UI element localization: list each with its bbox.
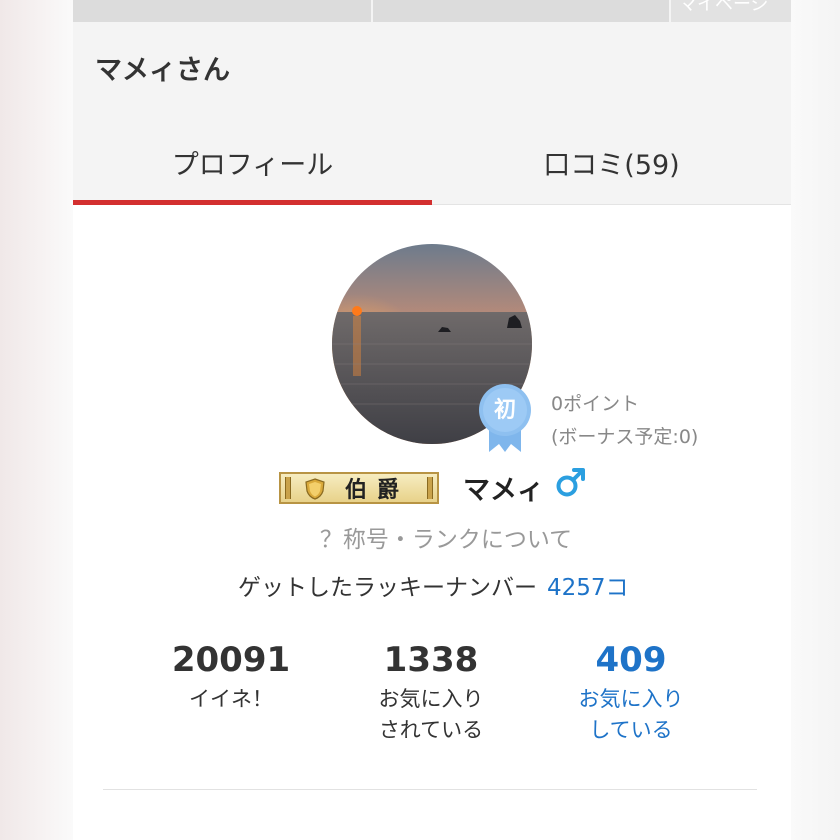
stat-favoriting-link[interactable]: 409 お気に入り している [531,638,731,746]
page-title: マメィさん [95,55,230,86]
stat-likes-label: イイネ！ [131,684,331,715]
stat-favorited: 1338 お気に入り されている [331,638,531,746]
top-nav-label: マイページ [679,0,769,15]
tab-profile-label: プロフィール [171,150,334,181]
stat-likes-label-line: イイネ！ [189,687,273,711]
stat-favorited-label-line1: お気に入り [378,687,484,711]
tab-reviews[interactable]: 口コミ(59) [432,120,791,205]
stat-favoriting-label-line1: お気に入り [578,687,684,711]
tab-bar: プロフィール 口コミ(59) [73,120,791,205]
rank-info-link[interactable]: ？称号・ランクについて [73,520,791,554]
tab-profile[interactable]: プロフィール [73,120,432,205]
divider [103,789,757,790]
badge-label: 初 [493,398,516,423]
stat-favorited-value: 1338 [383,640,479,680]
rank-title-plate: 伯爵 [279,472,439,504]
profile-page: マイページ マメィさん プロフィール 口コミ(59) 初 0ポイント (ボーナス… [73,0,791,840]
male-icon [556,468,585,497]
rank-title: 伯爵 [344,477,409,503]
stat-favoriting-label: お気に入り している [531,684,731,746]
stat-likes-value: 20091 [171,640,291,680]
stat-favoriting-label-line2: している [589,718,673,742]
stat-favoriting-value: 409 [595,640,667,680]
points-value: 0ポイント [551,393,640,415]
lucky-number-label: ゲットしたラッキーナンバー [238,575,537,601]
rank-badge-icon: 初 [477,382,533,454]
nickname: マメィ [463,475,544,506]
bonus-points: (ボーナス予定:0) [551,426,699,448]
lucky-number-row: ゲットしたラッキーナンバー 4257コ [238,568,629,602]
stat-favorited-label: お気に入り されている [331,684,531,746]
profile-header: マメィさん プロフィール 口コミ(59) [73,22,791,205]
stat-favorited-label-line2: されている [378,718,484,742]
top-nav: マイページ [73,0,791,22]
stat-likes: 20091 イイネ！ [131,638,331,715]
lucky-number-link[interactable]: 4257コ [547,575,629,601]
shield-icon [305,478,325,500]
points-info: 0ポイント (ボーナス予定:0) [551,388,698,454]
rank-row: 伯爵 マメィ [73,466,791,510]
top-nav-item[interactable] [73,0,373,22]
tab-reviews-label: 口コミ(59) [543,149,680,181]
stats-row: 20091 イイネ！ 1338 お気に入り されている 409 お気に入り して… [73,638,791,758]
top-nav-item-mypage[interactable]: マイページ [671,0,791,22]
top-nav-item[interactable] [373,0,671,22]
